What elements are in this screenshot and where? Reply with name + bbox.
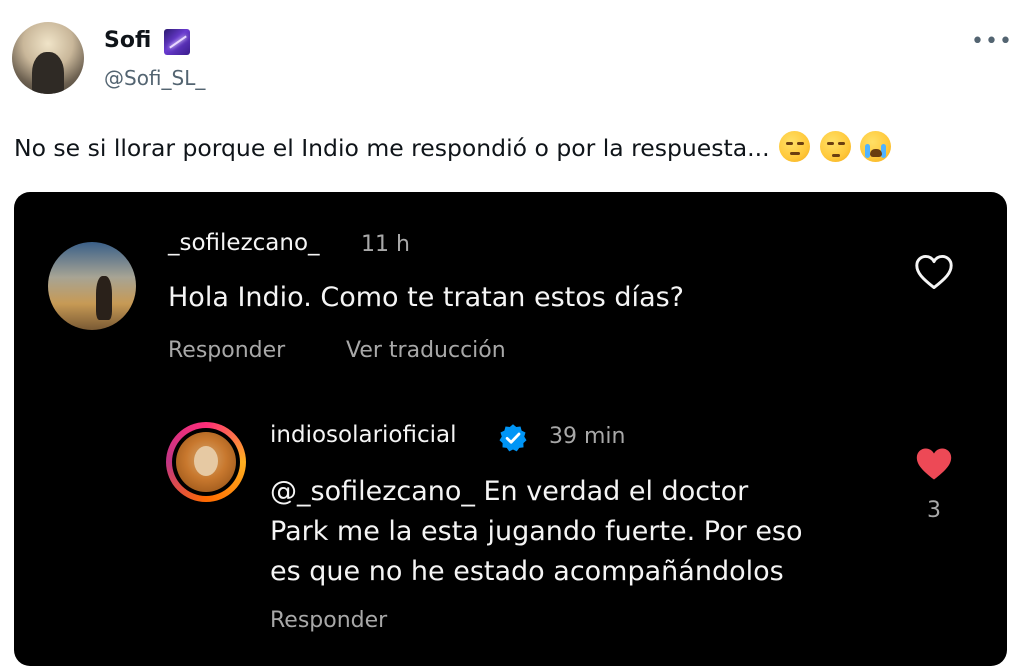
comment-text: Hola Indio. Como te tratan estos días? — [168, 282, 685, 313]
ellipsis-icon: ••• — [971, 28, 1013, 54]
author-avatar[interactable] — [12, 22, 84, 94]
avatar-figure — [32, 52, 64, 94]
like-count: 3 — [927, 498, 941, 523]
relieved-face-icon — [779, 131, 811, 162]
reply-text: @_sofilezcano_ En verdad el doctor Park … — [270, 472, 803, 592]
comment-time: 11 h — [361, 232, 410, 257]
replier-avatar — [166, 422, 246, 502]
reply-text-line: Park me la esta jugando fuerte. Por eso — [270, 516, 803, 547]
embedded-comment-screenshot[interactable]: _sofilezcano_ 11 h Hola Indio. Como te t… — [14, 192, 1007, 666]
tweet-text: No se si llorar porque el Indio me respo… — [14, 134, 770, 162]
verified-badge-icon — [499, 424, 527, 452]
reply-time: 39 min — [549, 424, 626, 449]
commenter-avatar — [48, 242, 136, 330]
commenter-username: _sofilezcano_ — [168, 230, 320, 256]
shooting-star-icon — [164, 29, 190, 55]
heart-filled-icon — [916, 448, 952, 480]
more-options-button[interactable]: ••• — [971, 26, 1013, 56]
loudly-crying-face-icon — [860, 131, 891, 162]
tweet-card: Sofi @Sofi_SL_ ••• No se si llorar porqu… — [0, 0, 1024, 672]
comment-translate-link: Ver traducción — [346, 338, 506, 363]
reply-text-line: es que no he estado acompañándolos — [270, 556, 784, 587]
author-name[interactable]: Sofi — [104, 28, 151, 53]
reply-reply-link: Responder — [270, 608, 388, 633]
reply-text-line: @_sofilezcano_ En verdad el doctor — [270, 476, 749, 507]
comment-reply-link: Responder — [168, 338, 286, 363]
replier-username: indiosolarioficial — [270, 422, 457, 448]
author-handle[interactable]: @Sofi_SL_ — [104, 66, 205, 90]
heart-outline-icon — [915, 254, 953, 290]
disappointed-face-icon — [819, 131, 851, 162]
tweet-text-row: No se si llorar porque el Indio me respo… — [14, 131, 891, 165]
